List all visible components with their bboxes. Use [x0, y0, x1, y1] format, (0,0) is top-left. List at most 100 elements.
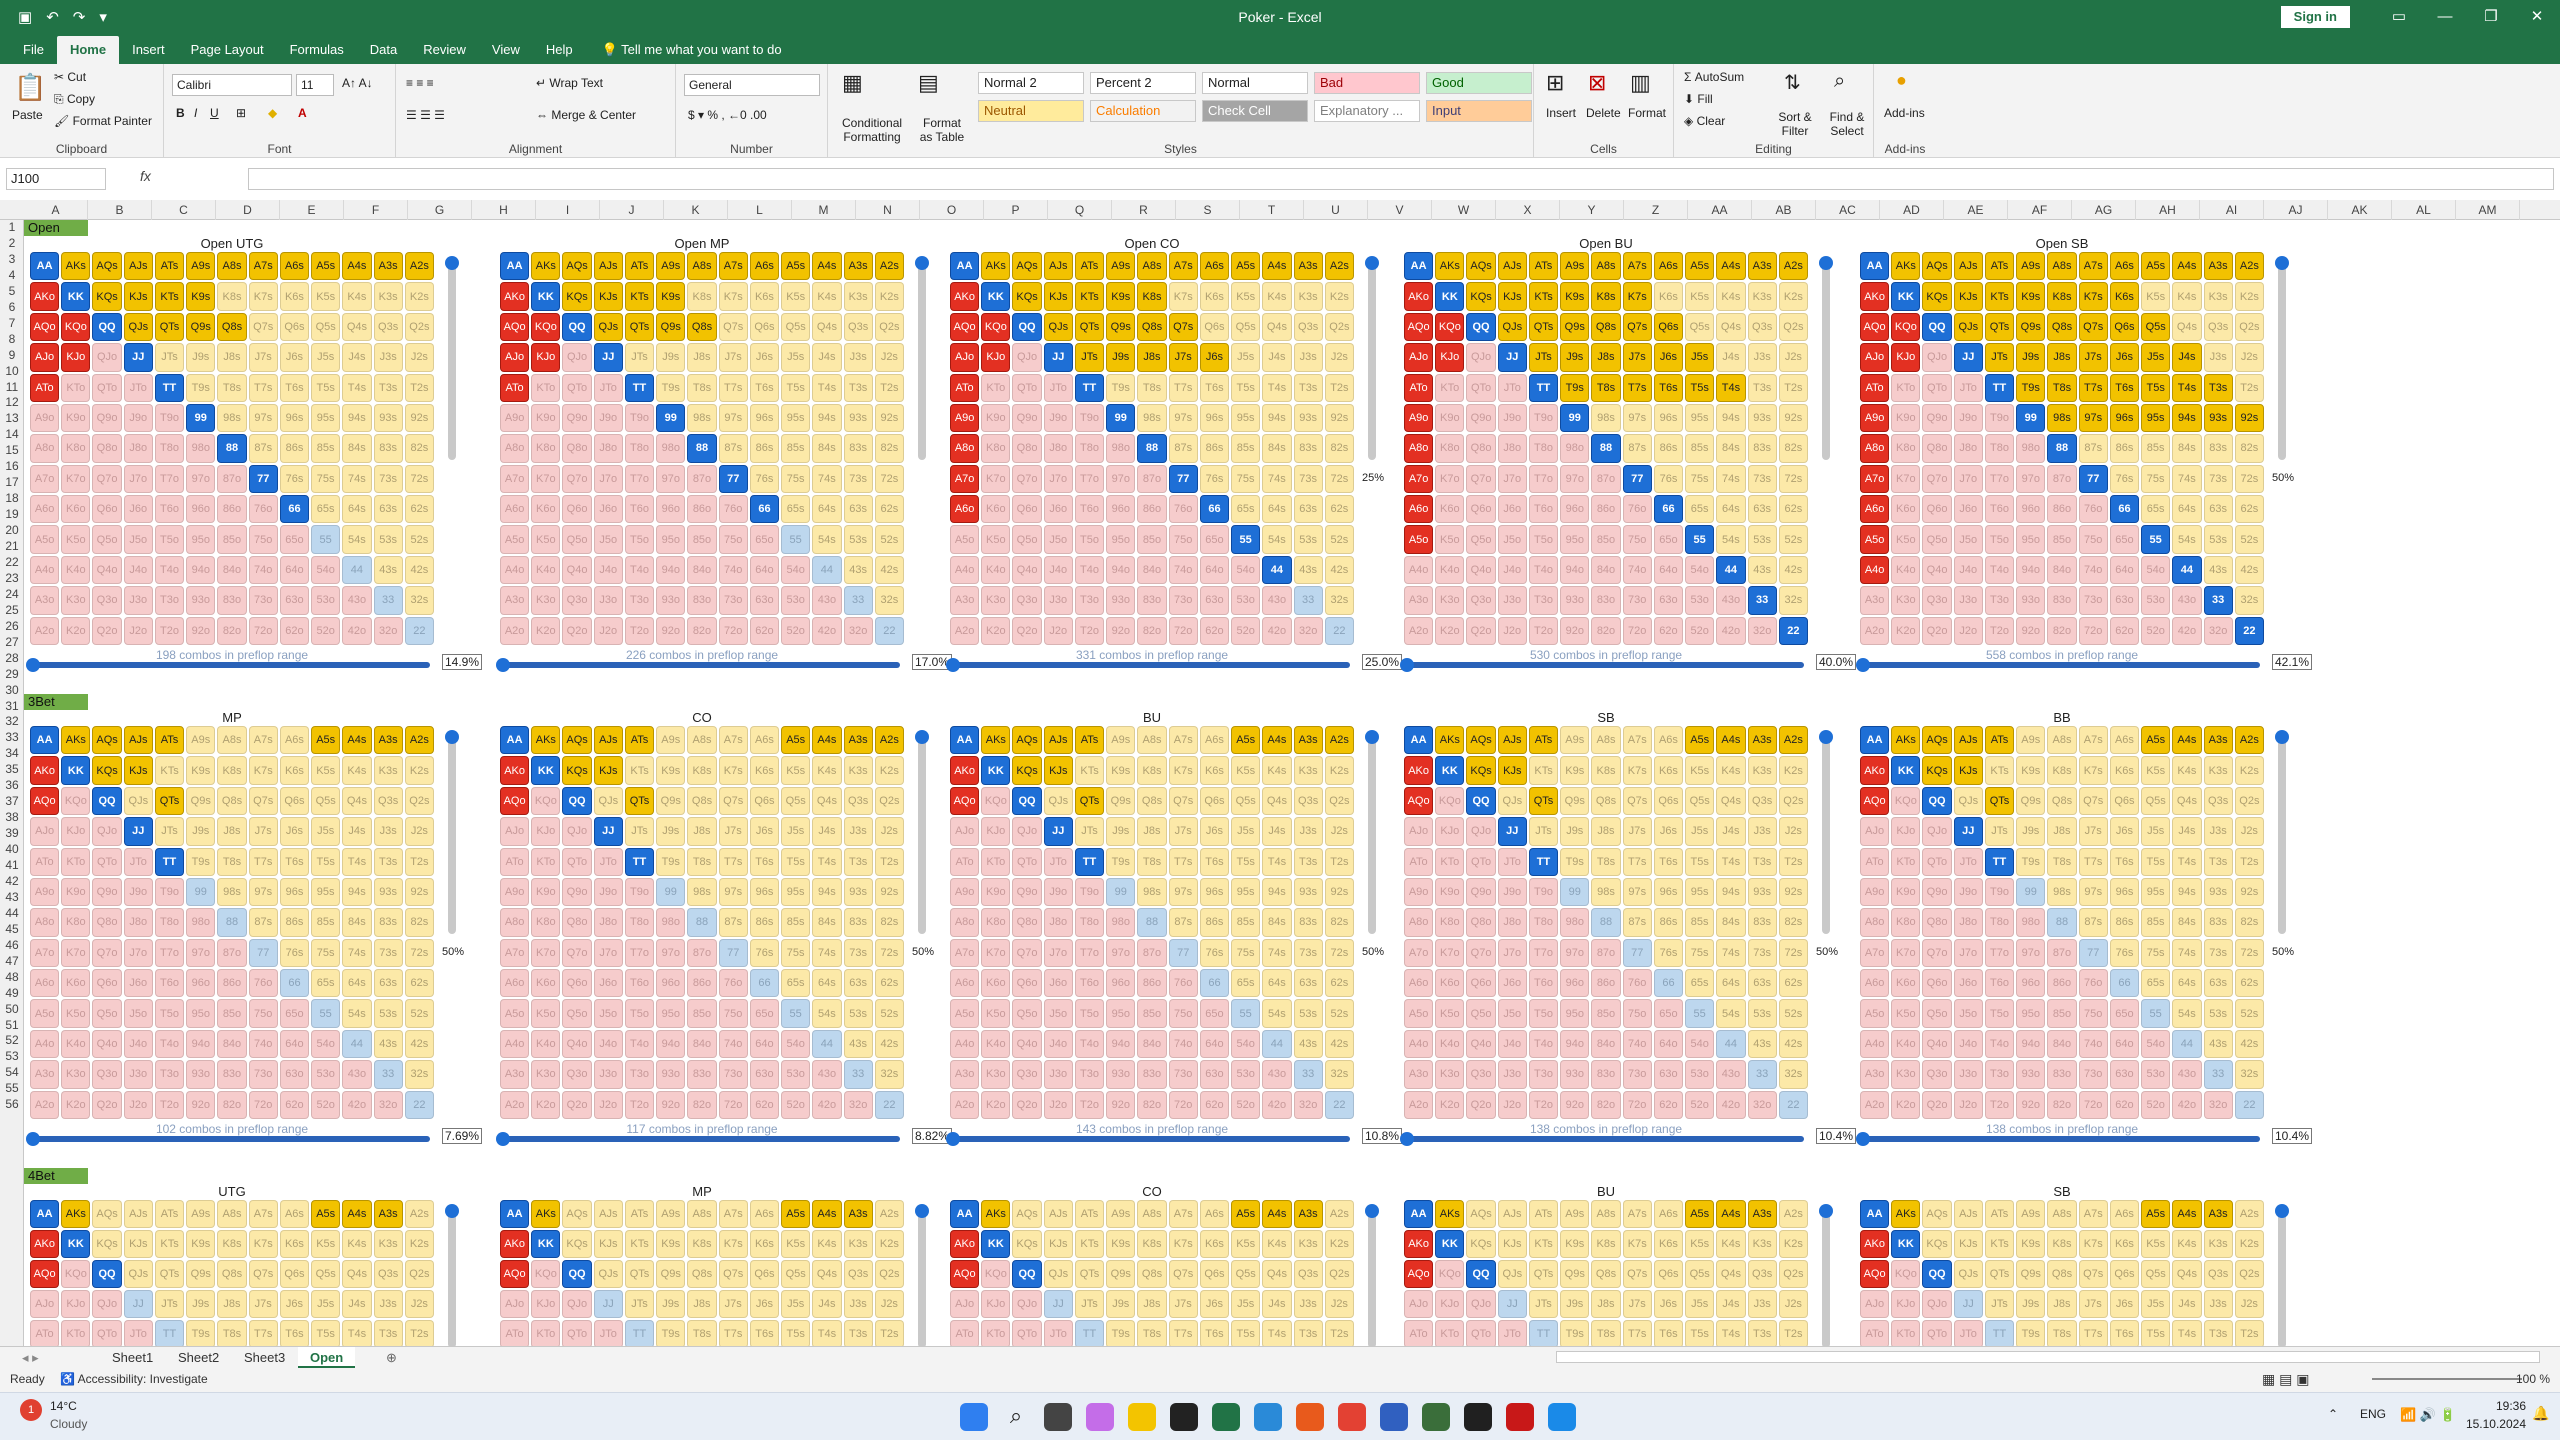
hand-cell-a5o[interactable]: A5o — [950, 999, 980, 1028]
app4-icon[interactable] — [1464, 1403, 1492, 1431]
paste-icon[interactable]: 📋 — [14, 72, 46, 103]
accessibility-status[interactable]: ♿ Accessibility: Investigate — [60, 1372, 208, 1386]
cell-style-bad[interactable]: Bad — [1314, 72, 1420, 94]
hand-cell-k5s[interactable]: K5s — [1685, 756, 1715, 785]
hand-cell-aqs[interactable]: AQs — [1012, 726, 1042, 755]
hand-cell-63o[interactable]: 63o — [279, 586, 310, 615]
hand-cell-85s[interactable]: 85s — [311, 434, 341, 463]
hand-cell-65s[interactable]: 65s — [311, 969, 341, 998]
hand-cell-64o[interactable]: 64o — [1199, 555, 1230, 585]
hand-cell-k6s[interactable]: K6s — [1653, 1230, 1684, 1258]
hand-cell-q8o[interactable]: Q8o — [1466, 908, 1496, 937]
hand-cell-a4o[interactable]: A4o — [1860, 555, 1890, 585]
hand-cell-a7s[interactable]: A7s — [248, 252, 278, 281]
hand-cell-84s[interactable]: 84s — [812, 908, 842, 937]
hand-cell-52s[interactable]: 52s — [2234, 999, 2264, 1028]
hand-cell-j8s[interactable]: J8s — [2047, 817, 2077, 846]
hand-cell-q4s[interactable]: Q4s — [2172, 312, 2202, 342]
hand-cell-j2s[interactable]: J2s — [874, 1290, 904, 1318]
hand-cell-84o[interactable]: 84o — [1591, 555, 1621, 585]
hand-cell-q8s[interactable]: Q8s — [217, 786, 247, 816]
hand-cell-ato[interactable]: ATo — [30, 1320, 60, 1346]
hand-cell-q3s[interactable]: Q3s — [2203, 312, 2233, 342]
hand-cell-a7o[interactable]: A7o — [30, 464, 60, 494]
hand-cell-64s[interactable]: 64s — [812, 495, 842, 524]
hand-cell-93o[interactable]: 93o — [186, 586, 216, 615]
row-header-4[interactable]: 4 — [0, 268, 24, 284]
hand-cell-82s[interactable]: 82s — [2234, 908, 2264, 937]
hand-cell-43o[interactable]: 43o — [1262, 1060, 1292, 1089]
hand-cell-a9s[interactable]: A9s — [2016, 726, 2046, 755]
hand-cell-q3s[interactable]: Q3s — [843, 786, 873, 816]
hand-cell-65s[interactable]: 65s — [1685, 969, 1715, 998]
hand-cell-85o[interactable]: 85o — [217, 525, 247, 554]
hand-cell-55[interactable]: 55 — [1685, 999, 1715, 1028]
hand-cell-t8o[interactable]: T8o — [1984, 908, 2015, 937]
hand-cell-aa[interactable]: AA — [1404, 252, 1434, 281]
hand-cell-t3s[interactable]: T3s — [2203, 847, 2233, 876]
hand-cell-j2s[interactable]: J2s — [1778, 343, 1808, 372]
hand-cell-j6s[interactable]: J6s — [279, 343, 310, 372]
column-header-l[interactable]: L — [728, 200, 792, 220]
hand-cell-q4s[interactable]: Q4s — [1716, 1260, 1746, 1288]
hand-cell-k3s[interactable]: K3s — [843, 1230, 873, 1258]
hand-cell-q7s[interactable]: Q7s — [2078, 312, 2108, 342]
hand-cell-k3s[interactable]: K3s — [1747, 282, 1777, 311]
hand-cell-t8o[interactable]: T8o — [624, 434, 655, 463]
merge-center-button[interactable]: ⇔ Merge & Center — [536, 108, 636, 122]
hand-cell-jj[interactable]: JJ — [1043, 1290, 1073, 1318]
hand-cell-kjs[interactable]: KJs — [1043, 756, 1073, 785]
range-slider-vertical[interactable] — [915, 256, 929, 460]
hand-cell-83s[interactable]: 83s — [1747, 434, 1777, 463]
hand-cell-32s[interactable]: 32s — [1324, 1060, 1354, 1089]
hand-cell-87o[interactable]: 87o — [1591, 938, 1621, 968]
hand-cell-kk[interactable]: KK — [531, 282, 561, 311]
hand-cell-98o[interactable]: 98o — [2016, 434, 2046, 463]
hand-cell-j3o[interactable]: J3o — [1953, 586, 1983, 615]
hand-cell-k4s[interactable]: K4s — [812, 1230, 842, 1258]
hand-cell-52o[interactable]: 52o — [781, 616, 811, 645]
hand-cell-77[interactable]: 77 — [1168, 938, 1198, 968]
hand-cell-96s[interactable]: 96s — [1653, 403, 1684, 433]
hand-cell-k8o[interactable]: K8o — [531, 908, 561, 937]
hand-cell-kk[interactable]: KK — [1891, 756, 1921, 785]
hand-cell-84o[interactable]: 84o — [2047, 1029, 2077, 1059]
hand-cell-98s[interactable]: 98s — [2047, 403, 2077, 433]
hand-cell-t6s[interactable]: T6s — [1653, 373, 1684, 402]
hand-cell-q2s[interactable]: Q2s — [2234, 1260, 2264, 1288]
hand-cell-a8s[interactable]: A8s — [217, 726, 247, 755]
hand-cell-73s[interactable]: 73s — [1293, 938, 1323, 968]
hand-cell-a9o[interactable]: A9o — [30, 877, 60, 907]
hand-cell-ats[interactable]: ATs — [1528, 726, 1559, 755]
row-header-25[interactable]: 25 — [0, 603, 24, 619]
hand-cell-k8o[interactable]: K8o — [1435, 908, 1465, 937]
hand-cell-t8s[interactable]: T8s — [217, 1320, 247, 1346]
hand-cell-75s[interactable]: 75s — [1685, 464, 1715, 494]
hand-cell-k3o[interactable]: K3o — [531, 586, 561, 615]
hand-cell-ats[interactable]: ATs — [624, 726, 655, 755]
cell-style-explanatory[interactable]: Explanatory ... — [1314, 100, 1420, 122]
hand-cell-aqs[interactable]: AQs — [92, 1200, 122, 1228]
hand-cell-j8s[interactable]: J8s — [1591, 817, 1621, 846]
hand-cell-k6o[interactable]: K6o — [981, 495, 1011, 524]
hand-cell-j2o[interactable]: J2o — [593, 1090, 623, 1119]
hand-cell-jts[interactable]: JTs — [1528, 1290, 1559, 1318]
hand-cell-ajo[interactable]: AJo — [30, 1290, 60, 1318]
hand-cell-j7s[interactable]: J7s — [718, 1290, 748, 1318]
insert-cells-button[interactable]: Insert — [1546, 106, 1576, 120]
hand-cell-t3o[interactable]: T3o — [1528, 1060, 1559, 1089]
hand-cell-qto[interactable]: QTo — [1466, 1320, 1496, 1346]
fx-icon[interactable]: fx — [140, 168, 151, 184]
hand-cell-k8s[interactable]: K8s — [1137, 282, 1167, 311]
hand-cell-22[interactable]: 22 — [874, 616, 904, 645]
hand-cell-64o[interactable]: 64o — [749, 1029, 780, 1059]
hand-cell-t9o[interactable]: T9o — [154, 877, 185, 907]
hand-cell-63s[interactable]: 63s — [1747, 969, 1777, 998]
hand-cell-97s[interactable]: 97s — [1622, 403, 1652, 433]
hand-cell-83o[interactable]: 83o — [1137, 586, 1167, 615]
hand-cell-j9o[interactable]: J9o — [1043, 403, 1073, 433]
slider-knob[interactable] — [915, 1204, 929, 1218]
hand-cell-a4s[interactable]: A4s — [812, 252, 842, 281]
hand-cell-j7o[interactable]: J7o — [123, 464, 153, 494]
hand-cell-a9o[interactable]: A9o — [950, 877, 980, 907]
